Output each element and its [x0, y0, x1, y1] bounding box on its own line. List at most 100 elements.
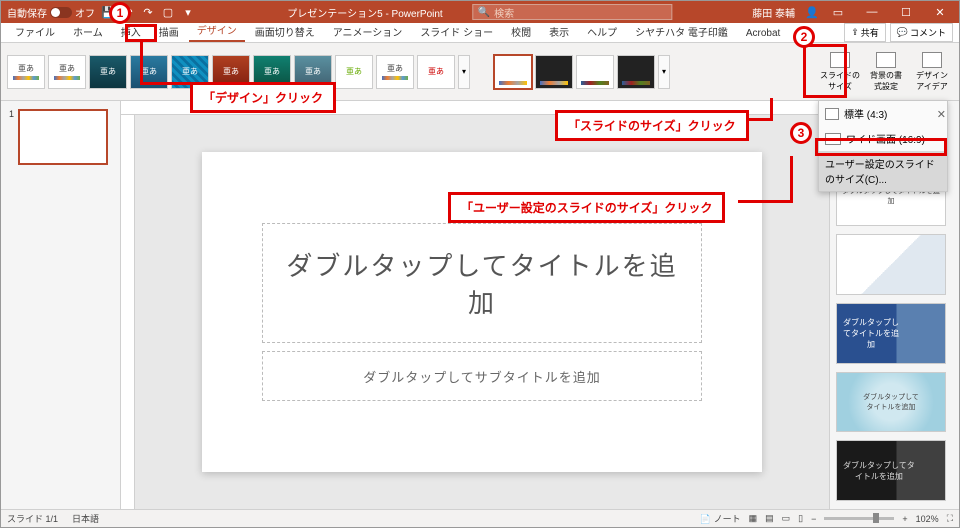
idea-text: ダブルタップしてタ イトルを追加 [843, 460, 915, 482]
canvas-area: ダブルタップしてタイトルを追加 ダブルタップしてサブタイトルを追加 [135, 115, 829, 509]
slide-size-label: スライドの サイズ [820, 70, 860, 92]
slide-thumbnail[interactable] [18, 109, 108, 165]
variant-gallery-expand[interactable]: ▾ [658, 55, 670, 89]
slide-size-custom[interactable]: ユーザー設定のスライドのサイズ(C)... [819, 151, 947, 191]
zoom-in-icon[interactable]: + [902, 514, 907, 524]
tab-insert[interactable]: 挿入 [113, 21, 149, 42]
ribbon-display-icon[interactable]: ▭ [823, 1, 853, 23]
theme-sample-text: 亜あ [141, 66, 157, 77]
autosave-state: オフ [75, 5, 95, 20]
theme-tile[interactable]: 亜あ [48, 55, 86, 89]
user-avatar-icon[interactable]: 👤 [805, 5, 819, 19]
zoom-out-icon[interactable]: − [811, 514, 816, 524]
share-button[interactable]: ⇪共有 [844, 23, 886, 42]
custom-label: ユーザー設定のスライドのサイズ(C)... [825, 156, 941, 186]
callout-line [745, 118, 773, 121]
zoom-level[interactable]: 102% [916, 514, 939, 524]
share-icon: ⇪ [851, 27, 859, 38]
theme-sample-text: 亜あ [264, 66, 280, 77]
view-sorter-icon[interactable]: ▤ [765, 513, 774, 524]
comment-button[interactable]: 💬コメント [890, 23, 953, 42]
comment-label: コメント [910, 26, 946, 39]
theme-tile[interactable]: 亜あ [417, 55, 455, 89]
tab-home[interactable]: ホーム [65, 21, 111, 42]
ribbon-design: 亜あ 亜あ 亜あ 亜あ 亜あ 亜あ 亜あ 亜あ 亜あ 亜あ 亜あ ▾ ▾ スライ… [1, 43, 959, 101]
tab-view[interactable]: 表示 [541, 21, 577, 42]
format-background-icon [876, 52, 896, 68]
title-bar: 自動保存 オフ 💾 ↶ ↷ ▢ ▾ プレゼンテーション5 - PowerPoin… [1, 1, 959, 23]
slide-counter: スライド 1/1 [7, 512, 58, 525]
view-reading-icon[interactable]: ▭ [782, 513, 791, 524]
tab-draw[interactable]: 描画 [151, 21, 187, 42]
callout-line [140, 42, 143, 84]
design-idea-tile[interactable]: ダブルタップし てタイトルを追 加 [836, 303, 946, 364]
slide-size-wide[interactable]: ワイド画面 (16:9) [819, 126, 947, 151]
theme-colorbar-icon [382, 76, 407, 80]
tab-acrobat[interactable]: Acrobat [738, 25, 788, 42]
title-placeholder[interactable]: ダブルタップしてタイトルを追加 [262, 223, 702, 343]
theme-tile[interactable]: 亜あ [89, 55, 127, 89]
idea-text: ダブルタップし てタイトルを追 加 [843, 317, 899, 350]
subtitle-placeholder[interactable]: ダブルタップしてサブタイトルを追加 [262, 351, 702, 401]
tab-file[interactable]: ファイル [7, 21, 63, 42]
callout-line [790, 156, 793, 200]
tab-help[interactable]: ヘルプ [579, 21, 625, 42]
wide-label: ワイド画面 (16:9) [846, 131, 925, 146]
theme-gallery-expand[interactable]: ▾ [458, 55, 470, 89]
thumbnail-pane: 1 [1, 101, 121, 509]
callout-line [140, 82, 192, 85]
theme-tile[interactable]: 亜あ [7, 55, 45, 89]
standard-label: 標準 (4:3) [844, 106, 887, 121]
design-ideas-button[interactable]: デザイン アイデア [911, 48, 953, 96]
view-slideshow-icon[interactable]: ▯ [798, 513, 803, 524]
tab-addin-shachihata[interactable]: シヤチハタ 電子印鑑 [627, 21, 736, 42]
vertical-ruler [121, 115, 135, 509]
callout-line [770, 98, 773, 118]
search-input[interactable]: 🔍 検索 [473, 4, 673, 20]
slide-size-button[interactable]: スライドの サイズ [819, 48, 861, 96]
document-title: プレゼンテーション5 - PowerPoint [287, 5, 442, 20]
minimize-icon[interactable]: — [857, 1, 887, 23]
format-background-label: 背景の書 式設定 [870, 70, 902, 92]
theme-sample-text: 亜あ [428, 66, 444, 77]
start-slideshow-icon[interactable]: ▢ [161, 5, 175, 19]
variant-tile[interactable] [535, 55, 573, 89]
tab-review[interactable]: 校閲 [503, 21, 539, 42]
close-icon[interactable]: ✕ [925, 1, 955, 23]
variant-tile[interactable] [576, 55, 614, 89]
comment-icon: 💬 [897, 27, 908, 38]
tab-animations[interactable]: アニメーション [325, 21, 411, 42]
qat-more-icon[interactable]: ▾ [181, 5, 195, 19]
design-idea-tile[interactable]: ダブルタップして タイトルを追加 [836, 372, 946, 433]
zoom-slider[interactable] [824, 517, 894, 520]
design-ideas-icon [922, 52, 942, 68]
theme-tile[interactable]: 亜あ [376, 55, 414, 89]
callout-text-3: 「ユーザー設定のスライドのサイズ」クリック [448, 192, 725, 223]
slide-size-menu: 標準 (4:3) ワイド画面 (16:9) ユーザー設定のスライドのサイズ(C)… [818, 100, 948, 192]
design-idea-tile[interactable]: ダブルタップしてタ イトルを追加 [836, 440, 946, 501]
fit-to-window-icon[interactable]: ⛶ [947, 513, 953, 524]
tab-transitions[interactable]: 画面切り替え [247, 21, 323, 42]
design-idea-tile[interactable] [836, 234, 946, 295]
redo-icon[interactable]: ↷ [141, 5, 155, 19]
view-normal-icon[interactable]: ▦ [749, 513, 758, 524]
callout-num: 2 [801, 30, 808, 44]
maximize-icon[interactable]: ☐ [891, 1, 921, 23]
autosave-toggle[interactable]: 自動保存 オフ [7, 5, 95, 20]
language-indicator[interactable]: 日本語 [72, 512, 99, 525]
format-background-button[interactable]: 背景の書 式設定 [865, 48, 907, 96]
user-name[interactable]: 藤田 泰輔 [752, 5, 795, 20]
callout-badge-2: 2 [793, 26, 815, 48]
theme-tile[interactable]: 亜あ [335, 55, 373, 89]
callout-badge-3: 3 [790, 122, 812, 144]
callout-badge-1: 1 [109, 2, 131, 24]
close-panel-icon[interactable]: ✕ [937, 108, 946, 121]
tab-slideshow[interactable]: スライド ショー [412, 21, 501, 42]
ribbon-tabs: ファイル ホーム 挿入 描画 デザイン 画面切り替え アニメーション スライド … [1, 23, 959, 43]
callout-text-1: 「デザイン」クリック [190, 82, 336, 113]
slide-size-standard[interactable]: 標準 (4:3) [819, 101, 947, 126]
subtitle-placeholder-text: ダブルタップしてサブタイトルを追加 [363, 367, 601, 386]
notes-button[interactable]: 📄 ノート [700, 512, 741, 525]
variant-tile[interactable] [617, 55, 655, 89]
variant-tile[interactable] [494, 55, 532, 89]
